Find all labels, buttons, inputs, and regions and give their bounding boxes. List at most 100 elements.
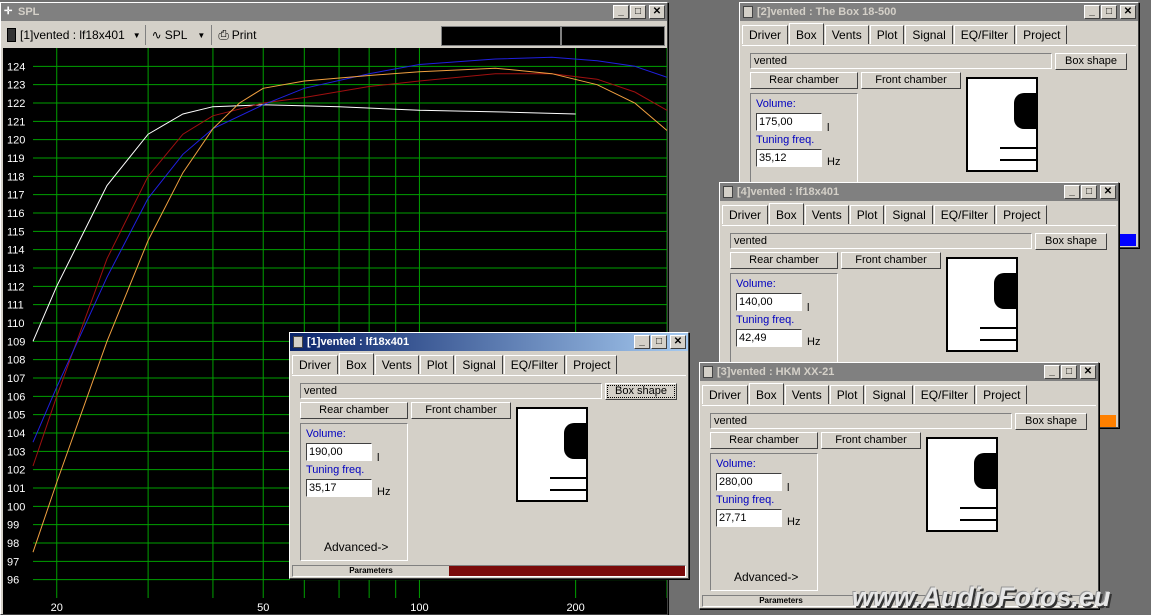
maximize-icon[interactable]: □: [630, 5, 646, 19]
box-shape-button[interactable]: Box shape: [1035, 233, 1107, 250]
minimize-icon[interactable]: _: [634, 335, 650, 349]
box-shape-button[interactable]: Box shape: [1015, 413, 1087, 430]
tuning-label: Tuning freq.: [306, 464, 365, 476]
tuning-input[interactable]: 35,17: [306, 479, 372, 497]
series-color-strip-orange: [1098, 415, 1116, 427]
tab-vents[interactable]: Vents: [374, 355, 419, 374]
tuning-input[interactable]: 35,12: [756, 149, 822, 167]
spl-titlebar[interactable]: ✛ SPL _ □ ✕: [1, 3, 667, 21]
y-tick-label: 120: [7, 135, 25, 147]
tab-signal[interactable]: Signal: [455, 355, 503, 374]
maximize-icon[interactable]: □: [1061, 365, 1077, 379]
box-type-field[interactable]: vented: [730, 233, 1032, 249]
tab-panel-border: [742, 45, 1136, 46]
box-type-field[interactable]: vented: [750, 53, 1052, 69]
maximize-icon[interactable]: □: [651, 335, 667, 349]
volume-input[interactable]: 175,00: [756, 113, 822, 131]
y-tick-label: 109: [7, 336, 25, 348]
driver-select-value: [1]vented : lf18x401: [20, 28, 125, 42]
y-tick-label: 121: [7, 116, 25, 128]
tab-plot[interactable]: Plot: [849, 205, 885, 224]
volume-input[interactable]: 190,00: [306, 443, 372, 461]
box-shape-button[interactable]: Box shape: [1055, 53, 1127, 70]
box-diagram: [966, 77, 1038, 172]
tab-signal[interactable]: Signal: [865, 385, 913, 404]
rear-chamber-button[interactable]: Rear chamber: [730, 252, 838, 269]
tab-box[interactable]: Box: [749, 383, 784, 405]
tuning-label: Tuning freq.: [756, 134, 815, 146]
box-type-field[interactable]: vented: [300, 383, 602, 399]
tab-driver[interactable]: Driver: [292, 355, 338, 374]
x-tick-label: 200: [566, 602, 584, 614]
box3-tabs: Driver Box Vents Plot Signal EQ/Filter P…: [702, 383, 1028, 405]
box2-tabs: Driver Box Vents Plot Signal EQ/Filter P…: [742, 23, 1068, 45]
tab-plot[interactable]: Plot: [419, 355, 455, 374]
tab-vents[interactable]: Vents: [824, 25, 869, 44]
mode-select[interactable]: ∿ SPL ▼: [146, 25, 213, 45]
close-icon[interactable]: ✕: [649, 5, 665, 19]
tab-box[interactable]: Box: [339, 353, 374, 375]
tab-panel-border: [722, 225, 1116, 226]
minimize-icon[interactable]: _: [613, 5, 629, 19]
close-icon[interactable]: ✕: [670, 335, 686, 349]
close-icon[interactable]: ✕: [1080, 365, 1096, 379]
box3-titlebar[interactable]: [3]vented : HKM XX-21 _ □ ✕: [700, 363, 1098, 381]
tab-signal[interactable]: Signal: [885, 205, 933, 224]
tab-project[interactable]: Project: [996, 205, 1048, 224]
close-icon[interactable]: ✕: [1100, 185, 1116, 199]
tab-vents[interactable]: Vents: [804, 205, 849, 224]
volume-unit: l: [807, 302, 810, 314]
tab-vents[interactable]: Vents: [784, 385, 829, 404]
print-button[interactable]: ⎙ Print: [212, 25, 262, 45]
y-tick-label: 122: [7, 98, 25, 110]
box1-titlebar[interactable]: [1]vented : lf18x401 _ □ ✕: [290, 333, 688, 351]
minimize-icon[interactable]: _: [1044, 365, 1060, 379]
tab-plot[interactable]: Plot: [829, 385, 865, 404]
tab-driver[interactable]: Driver: [702, 385, 748, 404]
app-icon: [723, 186, 733, 198]
tuning-input[interactable]: 27,71: [716, 509, 782, 527]
maximize-icon[interactable]: □: [1101, 5, 1117, 19]
rear-chamber-button[interactable]: Rear chamber: [300, 402, 408, 419]
tab-box[interactable]: Box: [789, 23, 824, 45]
tab-signal[interactable]: Signal: [905, 25, 953, 44]
vent-line-2: [980, 339, 1016, 341]
advanced-link[interactable]: Advanced->: [324, 540, 388, 554]
close-icon[interactable]: ✕: [1120, 5, 1136, 19]
advanced-link[interactable]: Advanced->: [734, 570, 798, 584]
y-tick-label: 111: [7, 300, 24, 312]
tab-project[interactable]: Project: [1016, 25, 1068, 44]
front-chamber-button[interactable]: Front chamber: [861, 72, 961, 89]
box-type-field[interactable]: vented: [710, 413, 1012, 429]
tuning-input[interactable]: 42,49: [736, 329, 802, 347]
tab-plot[interactable]: Plot: [869, 25, 905, 44]
tab-box[interactable]: Box: [769, 203, 804, 225]
driver-select[interactable]: [1]vented : lf18x401 ▼: [3, 25, 146, 45]
tab-driver[interactable]: Driver: [722, 205, 768, 224]
tab-eq-filter[interactable]: EQ/Filter: [503, 355, 566, 374]
box4-titlebar[interactable]: [4]vented : lf18x401 _ □ ✕: [720, 183, 1118, 201]
maximize-icon[interactable]: □: [1081, 185, 1097, 199]
tab-eq-filter[interactable]: EQ/Filter: [913, 385, 976, 404]
rear-chamber-button[interactable]: Rear chamber: [710, 432, 818, 449]
tab-eq-filter[interactable]: EQ/Filter: [933, 205, 996, 224]
front-chamber-button[interactable]: Front chamber: [411, 402, 511, 419]
minimize-icon[interactable]: _: [1084, 5, 1100, 19]
y-tick-label: 103: [7, 446, 25, 458]
tab-eq-filter[interactable]: EQ/Filter: [953, 25, 1016, 44]
volume-unit: l: [827, 122, 830, 134]
y-tick-label: 119: [7, 153, 25, 165]
front-chamber-button[interactable]: Front chamber: [821, 432, 921, 449]
volume-input[interactable]: 140,00: [736, 293, 802, 311]
tab-project[interactable]: Project: [566, 355, 618, 374]
box2-titlebar[interactable]: [2]vented : The Box 18-500 _ □ ✕: [740, 3, 1138, 21]
box-shape-button[interactable]: Box shape: [605, 383, 677, 400]
watermark: www.AudioFotos.eu: [852, 582, 1111, 612]
minimize-icon[interactable]: _: [1064, 185, 1080, 199]
front-chamber-button[interactable]: Front chamber: [841, 252, 941, 269]
tab-project[interactable]: Project: [976, 385, 1028, 404]
volume-input[interactable]: 280,00: [716, 473, 782, 491]
y-tick-label: 115: [7, 226, 25, 238]
rear-chamber-button[interactable]: Rear chamber: [750, 72, 858, 89]
tab-driver[interactable]: Driver: [742, 25, 788, 44]
